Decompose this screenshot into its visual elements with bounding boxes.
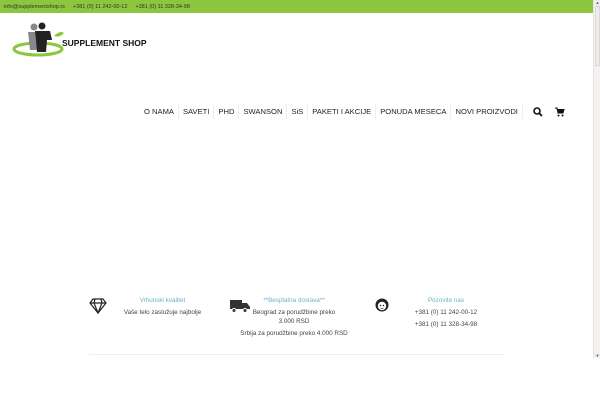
feature-title: Pozovite nas [427, 297, 465, 304]
feature-title: **Besplatna dostava** [263, 297, 325, 304]
diamond-icon [89, 298, 107, 319]
phone-link-2[interactable]: +381 (0) 11 328-34-98 [135, 4, 189, 10]
email-link[interactable]: info@supplementshop.rs [4, 4, 65, 10]
site-logo[interactable]: SUPPLEMENT SHOP [12, 22, 147, 58]
feature-phone[interactable]: +381 (0) 11 328-34-98 [405, 320, 487, 329]
nav-ponuda-meseca[interactable]: PONUDA MESECA [376, 104, 452, 119]
phone-link-1[interactable]: +381 (0) 11 242-00-12 [73, 4, 127, 10]
scrollbar-thumb[interactable] [595, 6, 600, 66]
nav-novi-proizvodi[interactable]: NOVI PROIZVODI [451, 104, 523, 119]
scroll-up-icon[interactable]: ▲ [595, 0, 600, 5]
feature-title: Vrhunski kvalitet [139, 297, 186, 304]
feature-contact: Pozovite nas +381 (0) 11 242-00-12 +381 … [405, 296, 487, 329]
section-divider [89, 354, 505, 355]
logo-text: SUPPLEMENT SHOP [62, 38, 147, 48]
nav-swanson[interactable]: SWANSON [239, 104, 288, 119]
feature-text: Vaše telo zaslužuje najbolje [123, 309, 202, 316]
feature-phone[interactable]: +381 (0) 11 242-00-12 [405, 308, 487, 317]
feature-delivery: **Besplatna dostava** Beograd za porudžb… [235, 296, 353, 338]
feature-text: Srbija za porudžbine preko 4.000 RSD [240, 330, 348, 337]
nav-phd[interactable]: PHD [214, 104, 240, 119]
nav-paketi-i-akcije[interactable]: PAKETI I AKCIJE [308, 104, 377, 119]
scrollbar[interactable]: ▲ ▼ [593, 0, 600, 358]
cart-icon[interactable] [553, 105, 567, 119]
nav-sis[interactable]: SiS [287, 104, 309, 119]
support-headset-icon [374, 297, 390, 318]
nav-o-nama[interactable]: O NAMA [140, 104, 179, 119]
nav-saveti[interactable]: SAVETI [179, 104, 215, 119]
main-nav: O NAMA SAVETI PHD SWANSON SiS PAKETI I A… [140, 104, 567, 119]
scroll-down-icon[interactable]: ▼ [595, 353, 600, 358]
top-contact-bar: info@supplementshop.rs +381 (0) 11 242-0… [0, 0, 593, 13]
search-icon[interactable] [531, 105, 545, 119]
feature-text: Beograd za porudžbine preko 3.000 RSD [252, 309, 336, 325]
feature-quality: Vrhunski kvalitet Vaše telo zaslužuje na… [115, 296, 210, 317]
